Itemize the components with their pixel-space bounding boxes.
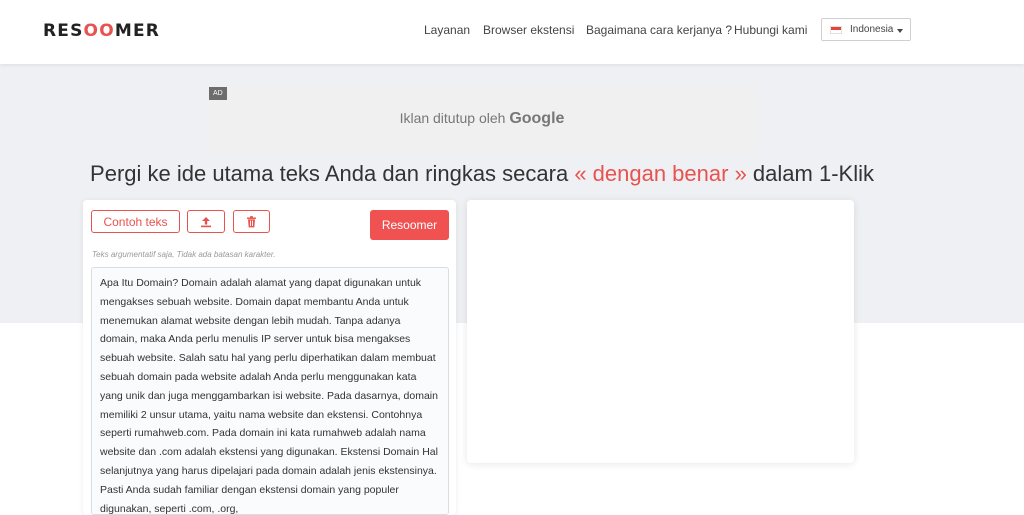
resoomer-submit-button[interactable]: Resoomer xyxy=(370,210,449,240)
nav-contact[interactable]: Hubungi kami xyxy=(734,23,807,37)
language-label: Indonesia xyxy=(850,24,894,35)
nav-layanan[interactable]: Layanan xyxy=(424,23,470,37)
header: RESOOMER Layanan Browser ekstensi Bagaim… xyxy=(0,0,1024,64)
resoomer-logo[interactable]: RESOOMER xyxy=(43,21,160,41)
example-text-button[interactable]: Contoh teks xyxy=(91,210,180,233)
google-wordmark: Google xyxy=(509,110,565,127)
ad-badge: AD xyxy=(209,87,227,100)
chevron-down-icon xyxy=(897,29,903,33)
summary-output-panel xyxy=(467,200,854,463)
page-title: Pergi ke ide utama teks Anda dan ringkas… xyxy=(90,161,874,186)
upload-button[interactable] xyxy=(187,210,225,233)
delete-button[interactable] xyxy=(233,210,270,233)
nav-browser-extension[interactable]: Browser ekstensi xyxy=(483,23,574,37)
text-input-area[interactable]: Apa Itu Domain? Domain adalah alamat yan… xyxy=(91,267,449,515)
indonesia-flag-icon xyxy=(830,25,842,34)
nav-how-it-works[interactable]: Bagaimana cara kerjanya ? xyxy=(586,23,732,37)
trash-icon xyxy=(247,215,256,227)
ad-closed-message: Iklan ditutup oleh Google xyxy=(399,110,565,127)
language-selector[interactable]: Indonesia xyxy=(821,18,911,41)
upload-icon xyxy=(201,216,211,227)
input-hint: Teks argumentatif saja, Tidak ada batasa… xyxy=(92,250,276,259)
